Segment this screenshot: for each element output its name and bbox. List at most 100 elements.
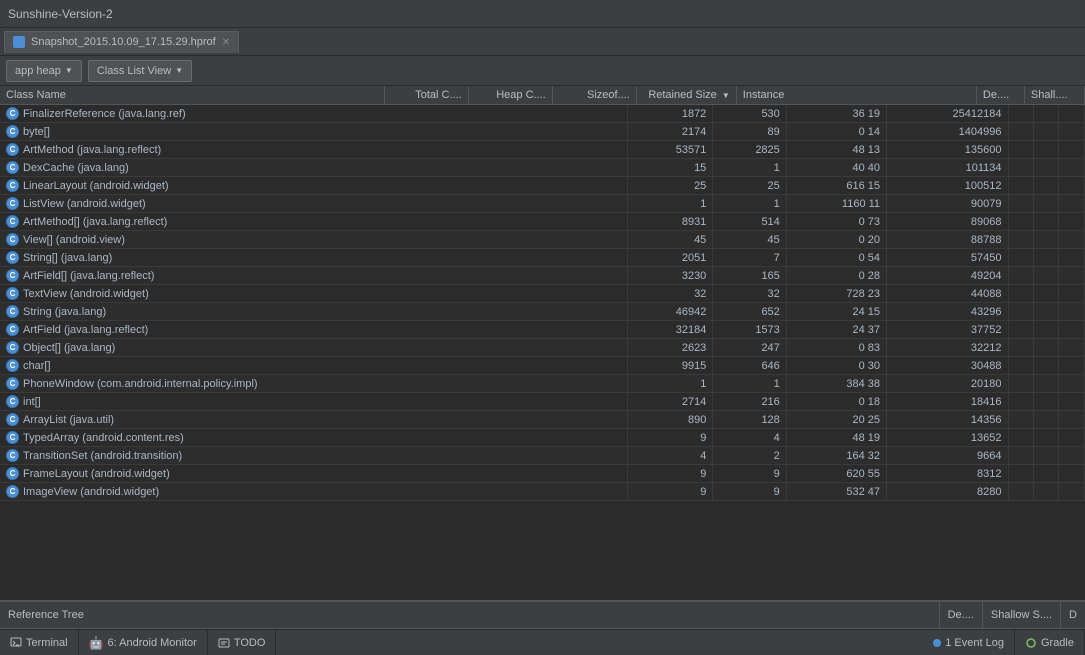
table-row[interactable]: CFinalizerReference (java.lang.ref)18725… (0, 105, 1085, 123)
retained-size-cell: 90079 (887, 195, 1008, 213)
sizeof-cell: 728 23 (786, 285, 886, 303)
col-instance[interactable]: Instance (736, 86, 976, 105)
table-row[interactable]: Cchar[]99156460 3030488 (0, 357, 1085, 375)
table-row[interactable]: CArtField[] (java.lang.reflect)32301650 … (0, 267, 1085, 285)
table-row[interactable]: CObject[] (java.lang)26232470 8332212 (0, 339, 1085, 357)
table-row[interactable]: CListView (android.widget)111160 1190079 (0, 195, 1085, 213)
col-de[interactable]: De.... (976, 86, 1024, 105)
class-c-icon: C (6, 467, 19, 480)
table-row[interactable]: CDexCache (java.lang)15140 40101134 (0, 159, 1085, 177)
heap-count-cell: 247 (713, 339, 786, 357)
class-c-icon: C (6, 125, 19, 138)
class-c-icon: C (6, 305, 19, 318)
event-log-dot (933, 639, 941, 647)
col-sizeof[interactable]: Sizeof.... (552, 86, 636, 105)
table-row[interactable]: CTextView (android.widget)3232728 234408… (0, 285, 1085, 303)
heap-dropdown-label: app heap (15, 65, 61, 77)
class-c-icon: C (6, 143, 19, 156)
tab-bar: Snapshot_2015.10.09_17.15.29.hprof ✕ (0, 28, 1085, 56)
col-heap-count[interactable]: Heap C.... (468, 86, 552, 105)
col-total-count[interactable]: Total C.... (384, 86, 468, 105)
retained-size-cell: 101134 (887, 159, 1008, 177)
table-row[interactable]: CPhoneWindow (com.android.internal.polic… (0, 375, 1085, 393)
class-name-text: FinalizerReference (java.lang.ref) (23, 108, 186, 120)
table-scroll[interactable]: CFinalizerReference (java.lang.ref)18725… (0, 105, 1085, 595)
retained-size-cell: 1404996 (887, 123, 1008, 141)
class-name-cell: CString (java.lang) (0, 303, 627, 321)
retained-size-cell: 135600 (887, 141, 1008, 159)
class-c-icon: C (6, 341, 19, 354)
gradle-btn[interactable]: Gradle (1015, 630, 1085, 655)
table-row[interactable]: Cbyte[]2174890 141404996 (0, 123, 1085, 141)
table-row[interactable]: Cint[]27142160 1818416 (0, 393, 1085, 411)
retained-size-cell: 14356 (887, 411, 1008, 429)
class-name-text: TransitionSet (android.transition) (23, 450, 182, 462)
shall-cell (1059, 159, 1085, 177)
class-name-text: ArrayList (java.util) (23, 414, 114, 426)
todo-btn[interactable]: TODO (208, 630, 277, 655)
class-name-text: Object[] (java.lang) (23, 342, 115, 354)
snapshot-icon (13, 36, 25, 48)
table-row[interactable]: CTypedArray (android.content.res)9448 19… (0, 429, 1085, 447)
sizeof-cell: 48 13 (786, 141, 886, 159)
view-dropdown[interactable]: Class List View ▼ (88, 60, 192, 82)
ref-tree-columns: De.... Shallow S.... D (939, 601, 1085, 629)
table-row[interactable]: CLinearLayout (android.widget)2525616 15… (0, 177, 1085, 195)
class-name-text: int[] (23, 396, 41, 408)
table-row[interactable]: CView[] (android.view)45450 2088788 (0, 231, 1085, 249)
retained-size-cell: 88788 (887, 231, 1008, 249)
sizeof-cell: 164 32 (786, 447, 886, 465)
heap-count-cell: 216 (713, 393, 786, 411)
table-row[interactable]: CString[] (java.lang)205170 5457450 (0, 249, 1085, 267)
heap-count-cell: 32 (713, 285, 786, 303)
retained-size-cell: 43296 (887, 303, 1008, 321)
shall-cell (1059, 249, 1085, 267)
table-row[interactable]: CArtMethod (java.lang.reflect)5357128254… (0, 141, 1085, 159)
table-row[interactable]: CString (java.lang)4694265224 1543296 (0, 303, 1085, 321)
table-row[interactable]: CImageView (android.widget)99532 478280 (0, 483, 1085, 501)
android-monitor-btn[interactable]: 🤖 6: Android Monitor (79, 630, 208, 655)
table-row[interactable]: CArtField (java.lang.reflect)32184157324… (0, 321, 1085, 339)
de-cell (1033, 303, 1058, 321)
de-cell (1033, 195, 1058, 213)
class-data-table: CFinalizerReference (java.lang.ref)18725… (0, 105, 1085, 501)
heap-dropdown[interactable]: app heap ▼ (6, 60, 82, 82)
de-cell (1033, 249, 1058, 267)
sizeof-cell: 0 73 (786, 213, 886, 231)
col-class-name[interactable]: Class Name (0, 86, 384, 105)
instance-cell (1008, 321, 1033, 339)
shall-cell (1059, 357, 1085, 375)
table-row[interactable]: CFrameLayout (android.widget)99620 55831… (0, 465, 1085, 483)
retained-size-cell: 18416 (887, 393, 1008, 411)
table-row[interactable]: CArrayList (java.util)89012820 2514356 (0, 411, 1085, 429)
retained-size-cell: 57450 (887, 249, 1008, 267)
total-count-cell: 32184 (627, 321, 712, 339)
close-tab-icon[interactable]: ✕ (222, 37, 230, 48)
instance-cell (1008, 195, 1033, 213)
view-dropdown-arrow: ▼ (175, 66, 183, 75)
de-cell (1033, 429, 1058, 447)
instance-cell (1008, 249, 1033, 267)
heap-count-cell: 9 (713, 483, 786, 501)
class-name-text: View[] (android.view) (23, 234, 125, 246)
de-cell (1033, 375, 1058, 393)
shall-cell (1059, 141, 1085, 159)
class-c-icon: C (6, 161, 19, 174)
class-name-text: TextView (android.widget) (23, 288, 149, 300)
retained-size-cell: 44088 (887, 285, 1008, 303)
class-c-icon: C (6, 107, 19, 120)
col-retained-size[interactable]: Retained Size ▼ (636, 86, 736, 105)
de-cell (1033, 285, 1058, 303)
reference-tree-label: Reference Tree (0, 609, 939, 621)
table-row[interactable]: CTransitionSet (android.transition)42164… (0, 447, 1085, 465)
snapshot-tab[interactable]: Snapshot_2015.10.09_17.15.29.hprof ✕ (4, 31, 239, 53)
de-cell (1033, 357, 1058, 375)
class-name-cell: CTypedArray (android.content.res) (0, 429, 627, 447)
col-shall[interactable]: Shall.... (1024, 86, 1084, 105)
event-log-btn[interactable]: 1 Event Log (923, 630, 1015, 655)
terminal-btn[interactable]: Terminal (0, 630, 79, 655)
sizeof-cell: 616 15 (786, 177, 886, 195)
instance-cell (1008, 267, 1033, 285)
main-content: Class Name Total C.... Heap C.... Sizeof… (0, 86, 1085, 629)
table-row[interactable]: CArtMethod[] (java.lang.reflect)89315140… (0, 213, 1085, 231)
